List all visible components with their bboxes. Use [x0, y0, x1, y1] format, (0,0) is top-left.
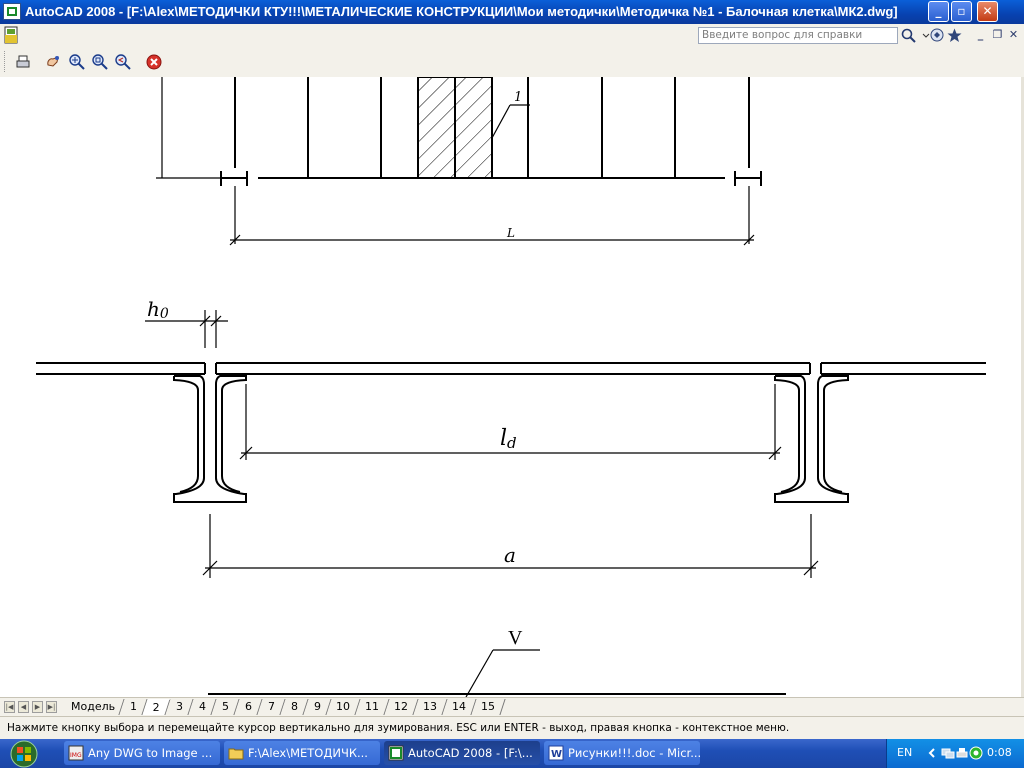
status-circle-icon[interactable] — [969, 746, 983, 760]
toolbar — [0, 46, 1024, 78]
toolbar-grip[interactable] — [4, 51, 8, 72]
document-icon[interactable] — [3, 26, 19, 44]
tab-model[interactable]: Модель — [63, 699, 125, 715]
network-icon[interactable] — [941, 746, 955, 760]
restore-button[interactable]: ▫ — [951, 1, 972, 22]
help-search-input[interactable]: Введите вопрос для справки — [698, 27, 898, 44]
task-any-dwg[interactable]: IMG Any DWG to Image ... — [64, 741, 220, 765]
dimension-label-ld: ld — [500, 426, 517, 452]
leader-label-1: 1 — [514, 90, 522, 105]
dimension-label-h0: h0 — [147, 297, 169, 322]
zoom-previous-icon[interactable] — [114, 53, 132, 71]
drawing-canvas[interactable]: 1 L h0 ld a V — [0, 77, 1021, 697]
autocad-icon — [388, 745, 404, 761]
doc-minimize-button[interactable]: _ — [972, 27, 989, 44]
leader-label-V: V — [508, 627, 523, 649]
communication-center-icon[interactable] — [929, 27, 946, 44]
last-tab-button[interactable]: ▶| — [46, 701, 57, 713]
close-button[interactable]: ✕ — [977, 1, 998, 22]
task-word-document[interactable]: W Рисунки!!!.doc - Micr... — [544, 741, 700, 765]
chevron-left-icon[interactable] — [925, 746, 939, 760]
task-explorer-folder[interactable]: F:\Alex\МЕТОДИЧК... — [224, 741, 380, 765]
menu-bar: Введите вопрос для справки _ ❐ ✕ — [0, 24, 1024, 47]
pan-realtime-icon[interactable] — [44, 53, 62, 71]
drawing-svg: 1 L h0 ld a V — [36, 77, 986, 697]
doc-close-button[interactable]: ✕ — [1005, 27, 1022, 44]
system-tray: EN 0:08 — [886, 739, 1024, 768]
dimension-label-a: a — [504, 543, 516, 567]
window-title: AutoCAD 2008 - [F:\Alex\МЕТОДИЧКИ КТУ!!!… — [25, 4, 898, 19]
tab-layout-15[interactable]: 15 — [471, 699, 506, 715]
layout-tabs-bar: |◀ ◀ ▶ ▶| Модель 1 2 3 4 5 6 7 8 9 10 11 12 13 14 15 — [0, 697, 1024, 717]
dimension-label-L: L — [506, 226, 515, 240]
img-app-icon: IMG — [68, 745, 84, 761]
plot-printer-icon[interactable] — [14, 53, 32, 71]
autocad-app-icon[interactable] — [3, 3, 21, 20]
prev-tab-button[interactable]: ◀ — [18, 701, 29, 713]
next-tab-button[interactable]: ▶ — [32, 701, 43, 713]
close-preview-icon[interactable] — [145, 53, 163, 71]
plan-view — [156, 77, 762, 246]
doc-restore-button[interactable]: ❐ — [989, 27, 1006, 44]
clock[interactable]: 0:08 — [987, 746, 1012, 759]
first-tab-button[interactable]: |◀ — [4, 701, 15, 713]
zoom-window-icon[interactable] — [91, 53, 109, 71]
search-icon[interactable] — [900, 27, 917, 44]
title-bar: AutoCAD 2008 - [F:\Alex\МЕТОДИЧКИ КТУ!!!… — [0, 0, 1024, 24]
taskbar: IMG Any DWG to Image ... F:\Alex\МЕТОДИЧ… — [0, 739, 1024, 768]
word-icon: W — [548, 745, 564, 761]
language-indicator[interactable]: EN — [897, 746, 912, 759]
status-message: Нажмите кнопку выбора и перемещайте курс… — [7, 722, 790, 734]
svg-text:IMG: IMG — [70, 752, 82, 759]
task-autocad[interactable]: AutoCAD 2008 - [F:\... — [384, 741, 540, 765]
svg-text:W: W — [551, 749, 562, 760]
start-button[interactable] — [2, 739, 58, 768]
printer-tray-icon[interactable] — [955, 746, 969, 760]
status-bar: Нажмите кнопку выбора и перемещайте курс… — [0, 716, 1024, 740]
folder-icon — [228, 748, 244, 760]
zoom-realtime-icon[interactable] — [68, 53, 86, 71]
favorites-star-icon[interactable] — [946, 27, 963, 44]
minimize-button[interactable]: _ — [928, 1, 949, 22]
